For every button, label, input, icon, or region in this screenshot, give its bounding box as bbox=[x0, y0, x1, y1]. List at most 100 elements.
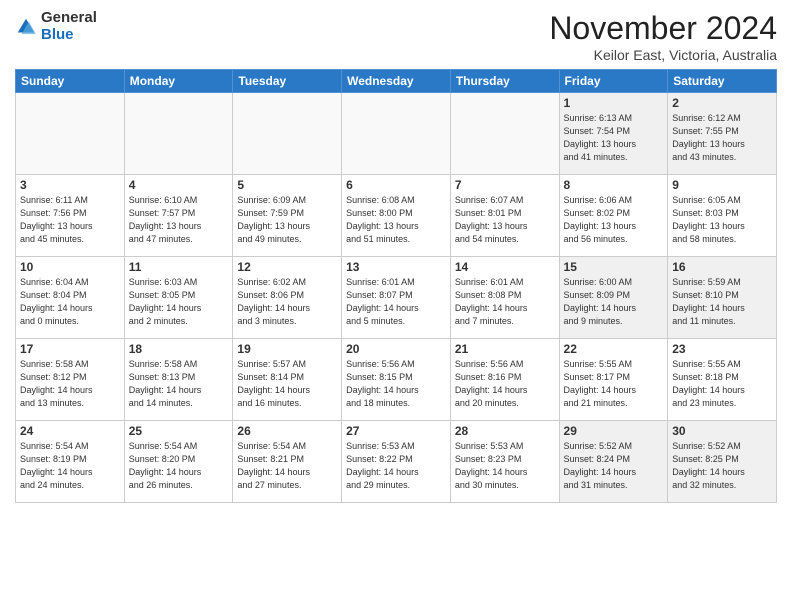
day-cell: 21Sunrise: 5:56 AM Sunset: 8:16 PM Dayli… bbox=[450, 339, 559, 421]
day-number: 1 bbox=[564, 96, 664, 110]
day-info: Sunrise: 5:55 AM Sunset: 8:18 PM Dayligh… bbox=[672, 358, 772, 410]
day-info: Sunrise: 6:05 AM Sunset: 8:03 PM Dayligh… bbox=[672, 194, 772, 246]
day-number: 30 bbox=[672, 424, 772, 438]
day-cell: 8 Sunrise: 6:06 AM Sunset: 8:02 PM Daylig… bbox=[559, 175, 668, 257]
weekday-header-wednesday: Wednesday bbox=[342, 70, 451, 93]
day-info: Sunrise: 6:03 AM Sunset: 8:05 PM Dayligh… bbox=[129, 276, 229, 328]
day-info: Sunrise: 5:55 AM Sunset: 8:17 PM Dayligh… bbox=[564, 358, 664, 410]
day-number: 6 bbox=[346, 178, 446, 192]
day-info: Sunrise: 5:52 AM Sunset: 8:25 PM Dayligh… bbox=[672, 440, 772, 492]
day-info: Sunrise: 5:53 AM Sunset: 8:22 PM Dayligh… bbox=[346, 440, 446, 492]
day-cell: 29 Sunrise: 5:52 AM Sunset: 8:24 PM Dayli… bbox=[559, 421, 668, 503]
day-cell: 3Sunrise: 6:11 AM Sunset: 7:56 PM Daylig… bbox=[16, 175, 125, 257]
weekday-header-tuesday: Tuesday bbox=[233, 70, 342, 93]
day-info: Sunrise: 6:01 AM Sunset: 8:07 PM Dayligh… bbox=[346, 276, 446, 328]
day-cell bbox=[124, 93, 233, 175]
day-info: Sunrise: 6:12 AM Sunset: 7:55 PM Dayligh… bbox=[672, 112, 772, 164]
day-number: 12 bbox=[237, 260, 337, 274]
day-number: 22 bbox=[564, 342, 664, 356]
day-number: 25 bbox=[129, 424, 229, 438]
day-cell: 13Sunrise: 6:01 AM Sunset: 8:07 PM Dayli… bbox=[342, 257, 451, 339]
day-info: Sunrise: 6:06 AM Sunset: 8:02 PM Dayligh… bbox=[564, 194, 664, 246]
day-number: 16 bbox=[672, 260, 772, 274]
day-number: 7 bbox=[455, 178, 555, 192]
day-cell bbox=[16, 93, 125, 175]
day-info: Sunrise: 6:11 AM Sunset: 7:56 PM Dayligh… bbox=[20, 194, 120, 246]
day-cell: 10Sunrise: 6:04 AM Sunset: 8:04 PM Dayli… bbox=[16, 257, 125, 339]
day-cell: 7 Sunrise: 6:07 AM Sunset: 8:01 PM Daylig… bbox=[450, 175, 559, 257]
day-info: Sunrise: 5:58 AM Sunset: 8:13 PM Dayligh… bbox=[129, 358, 229, 410]
day-cell: 18 Sunrise: 5:58 AM Sunset: 8:13 PM Dayli… bbox=[124, 339, 233, 421]
week-row-3: 10Sunrise: 6:04 AM Sunset: 8:04 PM Dayli… bbox=[16, 257, 777, 339]
day-cell: 14Sunrise: 6:01 AM Sunset: 8:08 PM Dayli… bbox=[450, 257, 559, 339]
logo-icon bbox=[15, 16, 37, 38]
day-number: 28 bbox=[455, 424, 555, 438]
day-number: 9 bbox=[672, 178, 772, 192]
week-row-4: 17 Sunrise: 5:58 AM Sunset: 8:12 PM Dayli… bbox=[16, 339, 777, 421]
day-number: 19 bbox=[237, 342, 337, 356]
day-info: Sunrise: 5:59 AM Sunset: 8:10 PM Dayligh… bbox=[672, 276, 772, 328]
day-info: Sunrise: 6:13 AM Sunset: 7:54 PM Dayligh… bbox=[564, 112, 664, 164]
day-info: Sunrise: 5:54 AM Sunset: 8:20 PM Dayligh… bbox=[129, 440, 229, 492]
day-info: Sunrise: 6:00 AM Sunset: 8:09 PM Dayligh… bbox=[564, 276, 664, 328]
day-info: Sunrise: 5:52 AM Sunset: 8:24 PM Dayligh… bbox=[564, 440, 664, 492]
day-info: Sunrise: 5:56 AM Sunset: 8:15 PM Dayligh… bbox=[346, 358, 446, 410]
location: Keilor East, Victoria, Australia bbox=[549, 47, 777, 63]
day-cell bbox=[233, 93, 342, 175]
day-cell: 27 Sunrise: 5:53 AM Sunset: 8:22 PM Dayli… bbox=[342, 421, 451, 503]
day-cell: 11 Sunrise: 6:03 AM Sunset: 8:05 PM Dayli… bbox=[124, 257, 233, 339]
day-number: 2 bbox=[672, 96, 772, 110]
day-info: Sunrise: 5:58 AM Sunset: 8:12 PM Dayligh… bbox=[20, 358, 120, 410]
day-info: Sunrise: 5:54 AM Sunset: 8:21 PM Dayligh… bbox=[237, 440, 337, 492]
weekday-header-row: SundayMondayTuesdayWednesdayThursdayFrid… bbox=[16, 70, 777, 93]
day-number: 11 bbox=[129, 260, 229, 274]
day-info: Sunrise: 5:53 AM Sunset: 8:23 PM Dayligh… bbox=[455, 440, 555, 492]
day-number: 14 bbox=[455, 260, 555, 274]
day-cell: 5Sunrise: 6:09 AM Sunset: 7:59 PM Daylig… bbox=[233, 175, 342, 257]
day-cell: 2 Sunrise: 6:12 AM Sunset: 7:55 PM Daylig… bbox=[668, 93, 777, 175]
day-cell: 4Sunrise: 6:10 AM Sunset: 7:57 PM Daylig… bbox=[124, 175, 233, 257]
day-number: 29 bbox=[564, 424, 664, 438]
weekday-header-monday: Monday bbox=[124, 70, 233, 93]
day-cell: 15Sunrise: 6:00 AM Sunset: 8:09 PM Dayli… bbox=[559, 257, 668, 339]
day-info: Sunrise: 6:07 AM Sunset: 8:01 PM Dayligh… bbox=[455, 194, 555, 246]
logo-blue: Blue bbox=[41, 26, 74, 43]
day-cell: 1 Sunrise: 6:13 AM Sunset: 7:54 PM Daylig… bbox=[559, 93, 668, 175]
calendar-table: SundayMondayTuesdayWednesdayThursdayFrid… bbox=[15, 69, 777, 503]
weekday-header-friday: Friday bbox=[559, 70, 668, 93]
day-cell: 17 Sunrise: 5:58 AM Sunset: 8:12 PM Dayli… bbox=[16, 339, 125, 421]
day-cell: 12 Sunrise: 6:02 AM Sunset: 8:06 PM Dayli… bbox=[233, 257, 342, 339]
day-cell: 23Sunrise: 5:55 AM Sunset: 8:18 PM Dayli… bbox=[668, 339, 777, 421]
weekday-header-thursday: Thursday bbox=[450, 70, 559, 93]
week-row-5: 24Sunrise: 5:54 AM Sunset: 8:19 PM Dayli… bbox=[16, 421, 777, 503]
day-cell: 26Sunrise: 5:54 AM Sunset: 8:21 PM Dayli… bbox=[233, 421, 342, 503]
day-number: 8 bbox=[564, 178, 664, 192]
day-cell: 25 Sunrise: 5:54 AM Sunset: 8:20 PM Dayli… bbox=[124, 421, 233, 503]
day-number: 4 bbox=[129, 178, 229, 192]
month-title: November 2024 bbox=[549, 10, 777, 47]
day-cell: 19 Sunrise: 5:57 AM Sunset: 8:14 PM Dayli… bbox=[233, 339, 342, 421]
day-number: 5 bbox=[237, 178, 337, 192]
day-cell: 22 Sunrise: 5:55 AM Sunset: 8:17 PM Dayli… bbox=[559, 339, 668, 421]
title-area: November 2024 Keilor East, Victoria, Aus… bbox=[549, 10, 777, 63]
day-number: 18 bbox=[129, 342, 229, 356]
day-cell: 30 Sunrise: 5:52 AM Sunset: 8:25 PM Dayli… bbox=[668, 421, 777, 503]
header-area: General Blue November 2024 Keilor East, … bbox=[15, 10, 777, 63]
day-number: 24 bbox=[20, 424, 120, 438]
day-number: 27 bbox=[346, 424, 446, 438]
logo-general: General bbox=[41, 9, 97, 26]
logo-text: General Blue bbox=[41, 10, 97, 43]
day-cell: 9 Sunrise: 6:05 AM Sunset: 8:03 PM Daylig… bbox=[668, 175, 777, 257]
day-info: Sunrise: 6:08 AM Sunset: 8:00 PM Dayligh… bbox=[346, 194, 446, 246]
weekday-header-sunday: Sunday bbox=[16, 70, 125, 93]
day-info: Sunrise: 6:02 AM Sunset: 8:06 PM Dayligh… bbox=[237, 276, 337, 328]
day-cell: 20 Sunrise: 5:56 AM Sunset: 8:15 PM Dayli… bbox=[342, 339, 451, 421]
day-info: Sunrise: 5:57 AM Sunset: 8:14 PM Dayligh… bbox=[237, 358, 337, 410]
day-cell: 28 Sunrise: 5:53 AM Sunset: 8:23 PM Dayli… bbox=[450, 421, 559, 503]
week-row-1: 1 Sunrise: 6:13 AM Sunset: 7:54 PM Daylig… bbox=[16, 93, 777, 175]
logo: General Blue bbox=[15, 10, 97, 43]
day-cell: 6 Sunrise: 6:08 AM Sunset: 8:00 PM Daylig… bbox=[342, 175, 451, 257]
day-info: Sunrise: 5:56 AM Sunset: 8:16 PM Dayligh… bbox=[455, 358, 555, 410]
day-number: 20 bbox=[346, 342, 446, 356]
day-number: 17 bbox=[20, 342, 120, 356]
